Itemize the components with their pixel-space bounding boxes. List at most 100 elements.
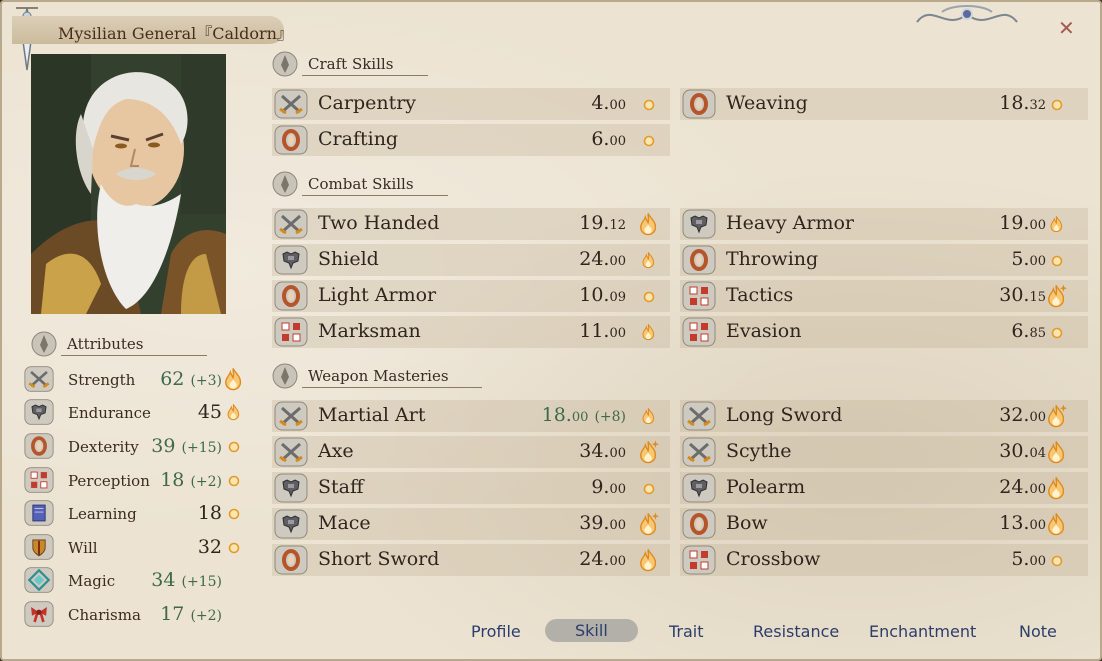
potential-flame-icon — [638, 439, 660, 469]
attribute-name: Will — [68, 539, 98, 557]
section-divider — [302, 195, 448, 196]
attribute-name: Dexterity — [68, 438, 139, 456]
attribute-bonus: (+15) — [181, 440, 222, 456]
skill-value-int: 4. — [591, 92, 610, 114]
skill-name: Bow — [726, 512, 768, 534]
attribute-row: Will 32 — [24, 531, 254, 563]
skill-row[interactable]: Evasion 6.85 — [680, 316, 1088, 348]
skill-value-int: 5. — [1011, 248, 1030, 270]
skill-value-int: 9. — [591, 476, 610, 498]
skill-name: Tactics — [726, 284, 794, 306]
crossed-swords-icon — [274, 401, 308, 431]
skill-row[interactable]: Polearm 24.00 — [680, 472, 1088, 504]
dots-icon — [682, 545, 716, 575]
skill-name: Crafting — [318, 128, 399, 150]
skill-row[interactable]: Scythe 30.04 — [680, 436, 1088, 468]
character-portrait — [31, 54, 226, 314]
skill-row[interactable]: Mace 39.00 — [272, 508, 670, 540]
skill-row[interactable]: Martial Art 18.00 (+8) — [272, 400, 670, 432]
attribute-value: 45 — [198, 401, 222, 423]
skill-row[interactable]: Crossbow 5.00 — [680, 544, 1088, 576]
rune-icon — [24, 565, 54, 595]
skill-value: 11.00 — [579, 320, 626, 342]
section-marker-icon — [272, 171, 298, 197]
dots-icon — [682, 281, 716, 311]
skill-value: 18.00 (+8) — [542, 404, 626, 426]
skill-row[interactable]: Shield 24.00 — [272, 244, 670, 276]
potential-dot-icon — [227, 473, 241, 492]
attribute-base-value: 45 — [197, 401, 222, 423]
attribute-base-value: 32 — [197, 536, 222, 558]
attribute-row: Perception 18 (+2) — [24, 464, 254, 496]
section-marker-icon — [31, 331, 57, 357]
skill-row[interactable]: Staff 9.00 — [272, 472, 670, 504]
skill-value: 24.00 — [999, 476, 1046, 498]
skill-value: 10.09 — [579, 284, 626, 306]
skill-value-decimal: 00 — [609, 98, 626, 113]
skill-row[interactable]: Weaving 18.32 — [680, 88, 1088, 120]
skill-name: Two Handed — [318, 212, 440, 234]
skill-row[interactable]: Two Handed 19.12 — [272, 208, 670, 240]
skill-name: Staff — [318, 476, 364, 498]
skill-name: Short Sword — [318, 548, 440, 570]
skill-value-decimal: 00 — [1029, 254, 1046, 269]
potential-dot-icon — [1050, 325, 1064, 344]
tab-trait[interactable]: Trait — [669, 622, 704, 641]
tab-skill[interactable]: Skill — [545, 619, 638, 642]
tab-resistance[interactable]: Resistance — [753, 622, 839, 641]
skill-value: 30.04 — [999, 440, 1046, 462]
skill-value-decimal: 00 — [609, 326, 626, 341]
potential-dot-icon — [1050, 253, 1064, 272]
skill-value: 24.00 — [579, 548, 626, 570]
skill-row[interactable]: Tactics 30.15 — [680, 280, 1088, 312]
skill-value-decimal: 09 — [609, 290, 626, 305]
skill-row[interactable]: Throwing 5.00 — [680, 244, 1088, 276]
skill-value-int: 19. — [999, 212, 1030, 234]
skill-value-int: 30. — [999, 284, 1030, 306]
skill-value-int: 18. — [999, 92, 1030, 114]
skill-row[interactable]: Crafting 6.00 — [272, 124, 670, 156]
skill-row[interactable]: Marksman 11.00 — [272, 316, 670, 348]
attribute-name: Magic — [68, 572, 116, 590]
attribute-row: Learning 18 — [24, 497, 254, 529]
attribute-base-value: 34 — [151, 569, 176, 591]
attribute-value: 18 (+2) — [160, 469, 222, 491]
crossed-swords-icon — [274, 89, 308, 119]
ring-icon — [274, 125, 308, 155]
skill-value-int: 18. — [541, 404, 572, 426]
tab-note[interactable]: Note — [1019, 622, 1057, 641]
skill-row[interactable]: Short Sword 24.00 — [272, 544, 670, 576]
attributes-header: Attributes — [67, 335, 144, 353]
skill-row[interactable]: Bow 13.00 — [680, 508, 1088, 540]
skill-row[interactable]: Carpentry 4.00 — [272, 88, 670, 120]
attribute-name: Strength — [68, 371, 136, 389]
skill-value-decimal: 00 — [609, 554, 626, 569]
dots-icon — [682, 317, 716, 347]
skill-row[interactable]: Light Armor 10.09 — [272, 280, 670, 312]
close-button[interactable]: ✕ — [1058, 18, 1075, 38]
tab-enchantment[interactable]: Enchantment — [869, 622, 976, 641]
ring-icon — [274, 545, 308, 575]
attribute-name: Endurance — [68, 404, 151, 422]
tab-profile[interactable]: Profile — [471, 622, 521, 641]
skill-row[interactable]: Heavy Armor 19.00 — [680, 208, 1088, 240]
potential-flame-icon — [1049, 214, 1065, 238]
skill-value-int: 6. — [591, 128, 610, 150]
skill-value: 6.85 — [1011, 320, 1046, 342]
potential-dot-icon — [642, 481, 656, 500]
skill-value-decimal: 85 — [1029, 326, 1046, 341]
skill-row[interactable]: Long Sword 32.00 — [680, 400, 1088, 432]
skill-value-int: 6. — [1011, 320, 1030, 342]
attribute-row: Endurance 45 — [24, 396, 254, 428]
potential-flame-icon — [1046, 439, 1068, 469]
ring-icon — [24, 431, 54, 461]
potential-flame-icon — [226, 402, 242, 426]
skill-row[interactable]: Axe 34.00 — [272, 436, 670, 468]
skill-value-int: 13. — [999, 512, 1030, 534]
section-divider — [61, 355, 207, 356]
potential-flame-icon — [1046, 403, 1068, 433]
attribute-value: 39 (+15) — [151, 435, 222, 457]
skill-name: Light Armor — [318, 284, 437, 306]
skill-value: 5.00 — [1011, 548, 1046, 570]
skill-name: Heavy Armor — [726, 212, 854, 234]
